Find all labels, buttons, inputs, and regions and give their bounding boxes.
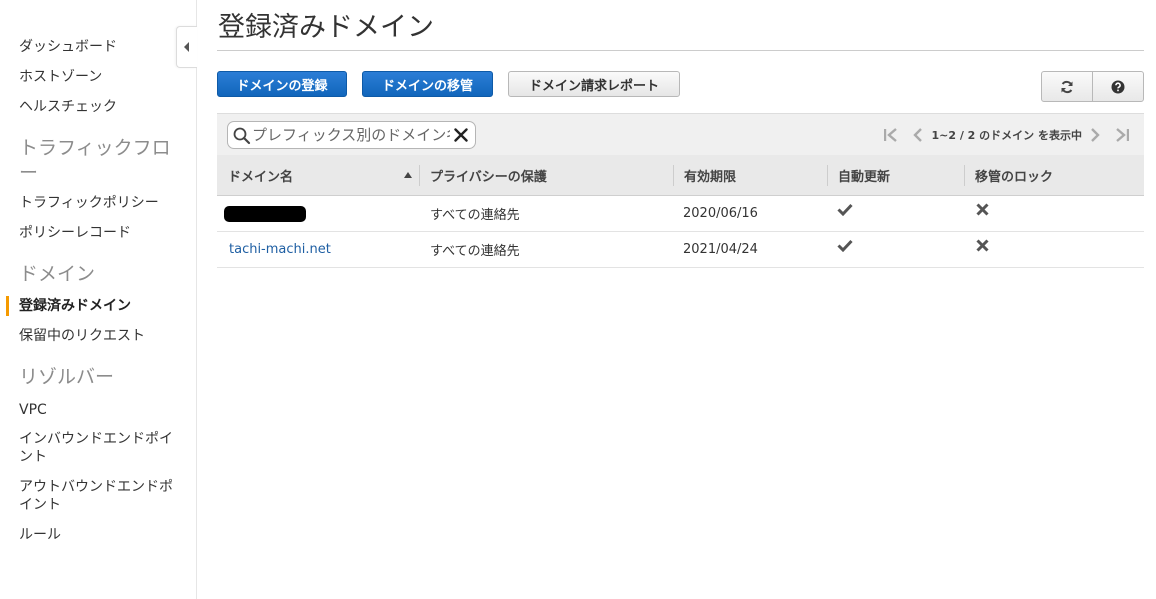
chevron-left-icon [184,42,189,52]
pagination: 1~2 / 2 のドメイン を表示中 [883,125,1130,145]
x-mark-icon [976,203,989,216]
title-divider [217,50,1144,51]
column-header-expiration[interactable]: 有効期限 [684,155,736,195]
refresh-button[interactable] [1041,71,1093,102]
search-box [227,121,476,149]
auto-renew-cell [837,196,853,231]
sidebar-item-outbound-endpoints[interactable]: アウトバウンドエンドポイント [19,478,179,514]
column-divider [964,165,965,186]
table-toolbar: 1~2 / 2 のドメイン を表示中 [217,113,1144,155]
checkmark-icon [837,239,853,252]
column-divider [673,165,674,186]
sidebar-item-inbound-endpoints[interactable]: インバウンドエンドポイント [19,430,179,466]
transfer-lock-cell [976,196,989,231]
column-divider [827,165,828,186]
clear-search-icon[interactable] [454,128,468,142]
privacy-cell: すべての連絡先 [430,244,520,259]
expiration-cell: 2021/04/24 [683,242,758,257]
domain-name-cell[interactable] [224,196,306,231]
column-header-privacy[interactable]: プライバシーの保護 [430,155,547,195]
refresh-icon [1061,80,1073,93]
domain-name-link[interactable]: tachi-machi.net [229,232,331,267]
sidebar-item-rules[interactable]: ルール [19,526,61,544]
table-row[interactable]: すべての連絡先 2020/06/16 [217,196,1144,232]
auto-renew-cell [837,232,853,267]
previous-page-icon[interactable] [913,128,923,142]
sidebar-item-dashboard[interactable]: ダッシュボード [19,38,117,56]
sidebar-section-domains: ドメイン [19,263,96,285]
transfer-domain-button[interactable]: ドメインの移管 [362,71,493,97]
pagination-status: 1~2 / 2 のドメイン を表示中 [931,129,1082,142]
expiration-cell: 2020/06/16 [683,206,758,221]
page-title: 登録済みドメイン [218,12,434,43]
search-input[interactable] [252,125,450,145]
first-page-icon[interactable] [883,128,899,142]
sidebar-section-resolver: リゾルバー [19,366,115,388]
redacted-domain-name [224,205,306,222]
table-header: ドメイン名 プライバシーの保護 有効期限 自動更新 移管のロック [217,155,1144,196]
privacy-cell: すべての連絡先 [430,208,520,223]
sidebar-item-vpc[interactable]: VPC [19,401,47,419]
sidebar: ダッシュボード ホストゾーン ヘルスチェック トラフィックフロー トラフィックポ… [0,0,197,599]
sidebar-item-health-checks[interactable]: ヘルスチェック [19,98,117,116]
column-header-transfer-lock[interactable]: 移管のロック [975,155,1053,195]
register-domain-button[interactable]: ドメインの登録 [217,71,347,97]
checkmark-icon [837,203,853,216]
column-header-auto-renew[interactable]: 自動更新 [838,155,890,195]
next-page-icon[interactable] [1090,128,1100,142]
help-button[interactable] [1092,71,1144,102]
sidebar-section-traffic-flow: トラフィックフロー [19,137,171,184]
x-mark-icon [976,239,989,252]
column-header-domain-name[interactable]: ドメイン名 [228,155,293,195]
sidebar-item-pending-requests[interactable]: 保留中のリクエスト [19,327,145,345]
sidebar-item-registered-domains[interactable]: 登録済みドメイン [19,297,131,315]
billing-report-button[interactable]: ドメイン請求レポート [508,71,680,97]
column-divider [419,165,420,186]
search-icon [233,127,251,145]
transfer-lock-cell [976,232,989,267]
active-indicator [6,296,9,316]
table-row[interactable]: tachi-machi.net すべての連絡先 2021/04/24 [217,232,1144,268]
sidebar-item-traffic-policies[interactable]: トラフィックポリシー [19,194,159,212]
sidebar-collapse-button[interactable] [176,26,197,68]
sidebar-item-policy-records[interactable]: ポリシーレコード [19,224,131,242]
last-page-icon[interactable] [1114,128,1130,142]
sort-ascending-icon[interactable] [404,172,412,178]
help-icon [1111,80,1125,93]
sidebar-item-hosted-zones[interactable]: ホストゾーン [19,68,102,86]
